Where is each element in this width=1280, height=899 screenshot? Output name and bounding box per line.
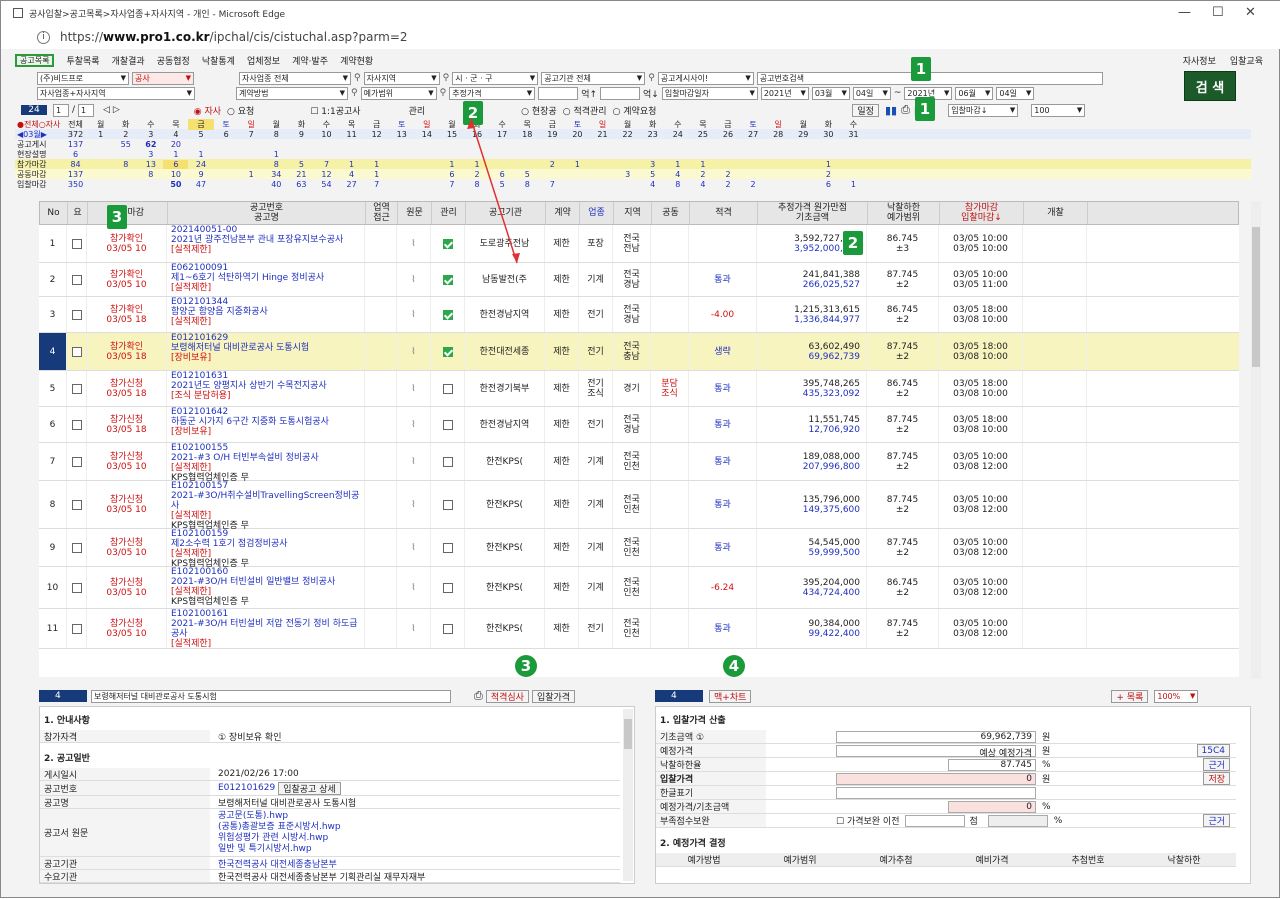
browser-window: 공사입찰>공고목록>자사업종+자사지역 - 개인 - Microsoft Edg… bbox=[0, 0, 1280, 898]
annotation-arrow bbox=[467, 118, 520, 264]
